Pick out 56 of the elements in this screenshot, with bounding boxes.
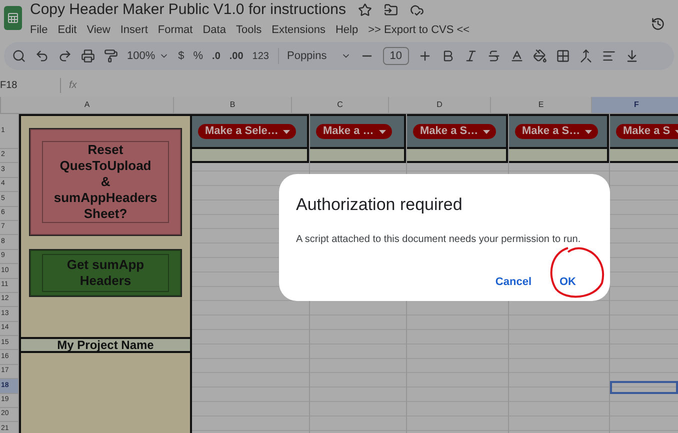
font-select[interactable]: Poppins — [278, 48, 351, 64]
name-box[interactable]: F18 — [0, 78, 60, 92]
menu-item[interactable]: Edit — [58, 22, 77, 38]
dialog-title: Authorization required — [296, 194, 464, 216]
folder-icon[interactable] — [384, 3, 398, 17]
action-button[interactable]: Reset QuesToUpload & sumAppHeaders Sheet? — [29, 128, 182, 236]
menu-item[interactable]: Data — [202, 22, 226, 38]
caret-icon — [378, 130, 386, 134]
redo-icon[interactable] — [58, 49, 72, 63]
italic-icon[interactable] — [464, 49, 478, 63]
selection-dropdown[interactable]: Make a … — [316, 124, 392, 139]
column-header[interactable]: F — [592, 97, 678, 113]
merge-icon[interactable] — [579, 49, 593, 63]
menu-item[interactable]: Format — [158, 22, 193, 38]
project-name-header: My Project Name — [19, 337, 190, 353]
dialog-message: A script attached to this document needs your permission to run. — [296, 232, 582, 246]
font-size-field[interactable]: 10 — [382, 46, 409, 66]
caret-icon — [483, 130, 490, 134]
align-icon[interactable] — [602, 49, 616, 63]
text-color-icon[interactable] — [510, 49, 524, 63]
menu-item[interactable]: Insert — [120, 22, 148, 38]
cloud-icon[interactable] — [410, 3, 424, 17]
caret-icon — [283, 130, 290, 134]
menu-item[interactable]: Tools — [236, 22, 262, 38]
print-icon[interactable] — [81, 49, 95, 63]
caret-icon — [585, 130, 592, 134]
document-title[interactable]: Copy Header Maker Public V1.0 for instructions — [30, 0, 346, 22]
undo-icon[interactable] — [35, 49, 49, 63]
percent-button[interactable]: % — [193, 48, 204, 64]
selected-cell[interactable] — [610, 381, 678, 394]
strikethrough-icon[interactable] — [487, 49, 501, 63]
selection-dropdown[interactable]: Make a S… — [515, 124, 598, 139]
decrease-decimal-button[interactable]: .0 — [212, 48, 220, 64]
menu-item[interactable]: Help — [335, 22, 358, 38]
menu-item[interactable]: >> Export to CVS << — [368, 22, 470, 38]
selection-dropdown[interactable]: Make a S — [616, 124, 678, 139]
dialog-button[interactable]: OK — [560, 274, 576, 290]
spreadsheet-logo-icon[interactable] — [4, 6, 22, 30]
plus-icon[interactable] — [418, 49, 432, 63]
increase-decimal-button[interactable]: .00 — [229, 48, 244, 64]
currency-button[interactable]: $ — [178, 48, 184, 64]
bold-icon[interactable] — [441, 49, 455, 63]
borders-icon[interactable] — [556, 49, 570, 63]
paint-format-icon[interactable] — [104, 49, 118, 63]
star-icon[interactable] — [358, 3, 372, 17]
number-format-button[interactable]: 123 — [252, 48, 269, 64]
dialog-button[interactable]: Cancel — [495, 274, 532, 290]
search-icon[interactable] — [12, 49, 26, 63]
menu-item[interactable]: Extensions — [272, 22, 326, 38]
vertical-align-icon[interactable] — [625, 49, 639, 63]
zoom-select[interactable]: 100% — [127, 48, 170, 64]
selection-dropdown[interactable]: Make a S… — [413, 124, 496, 139]
selection-dropdown[interactable]: Make a Sele… — [198, 124, 296, 139]
menu-item[interactable]: File — [30, 22, 48, 38]
menu-item[interactable]: View — [86, 22, 110, 38]
fill-color-icon[interactable] — [533, 49, 547, 63]
